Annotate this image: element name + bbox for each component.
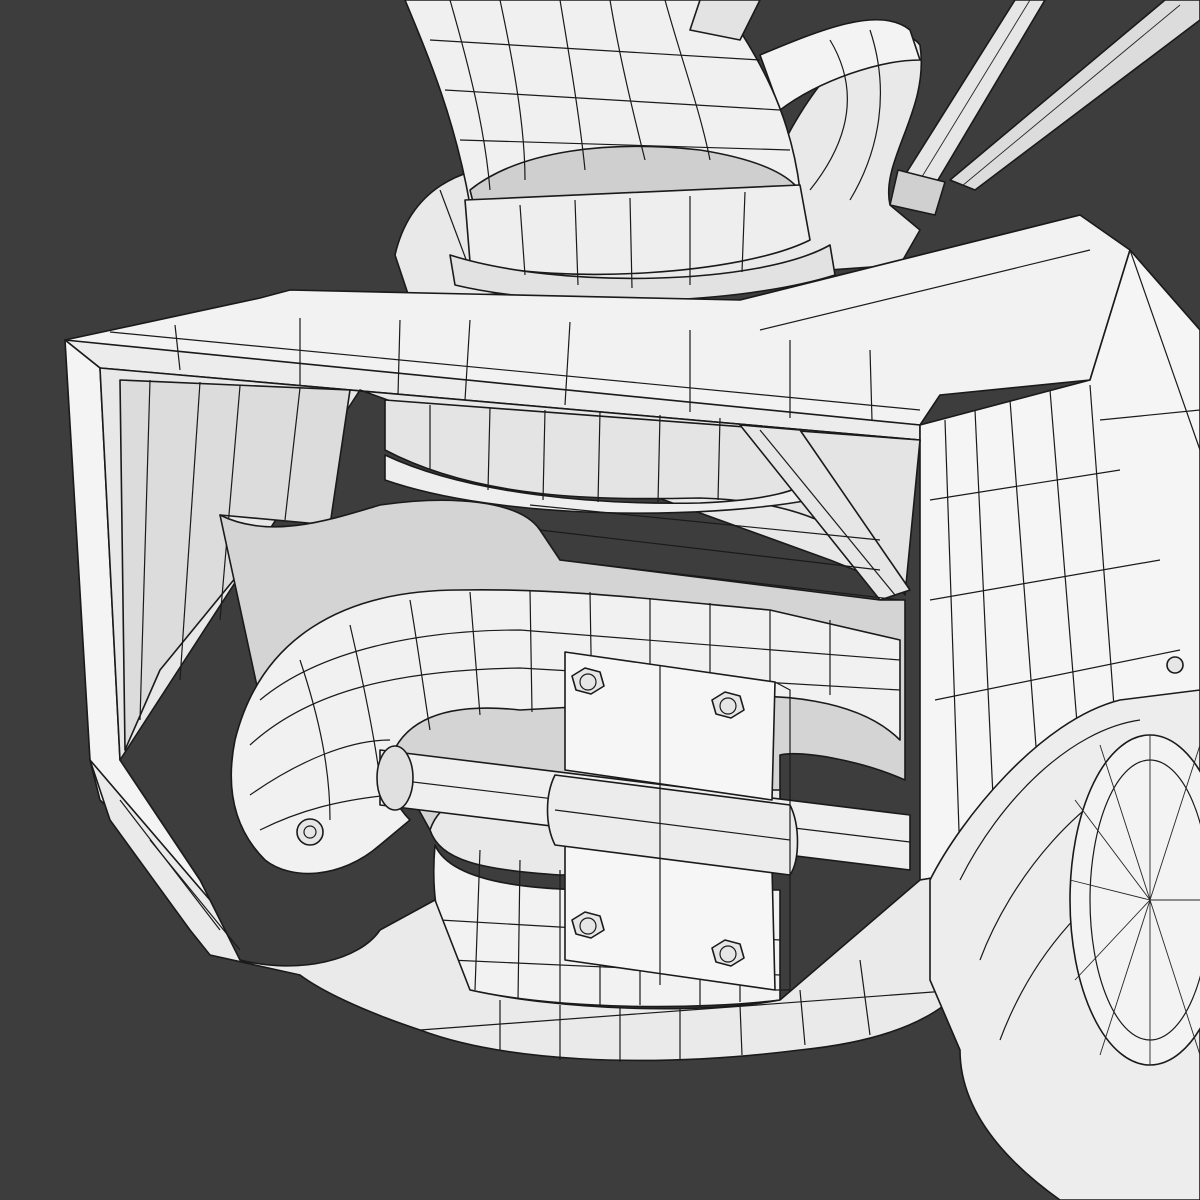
bolt-side-2 [1166,656,1184,674]
bolt-auger [296,818,324,846]
wireframe-render [0,0,1200,1200]
center-mount-plate [546,651,799,991]
